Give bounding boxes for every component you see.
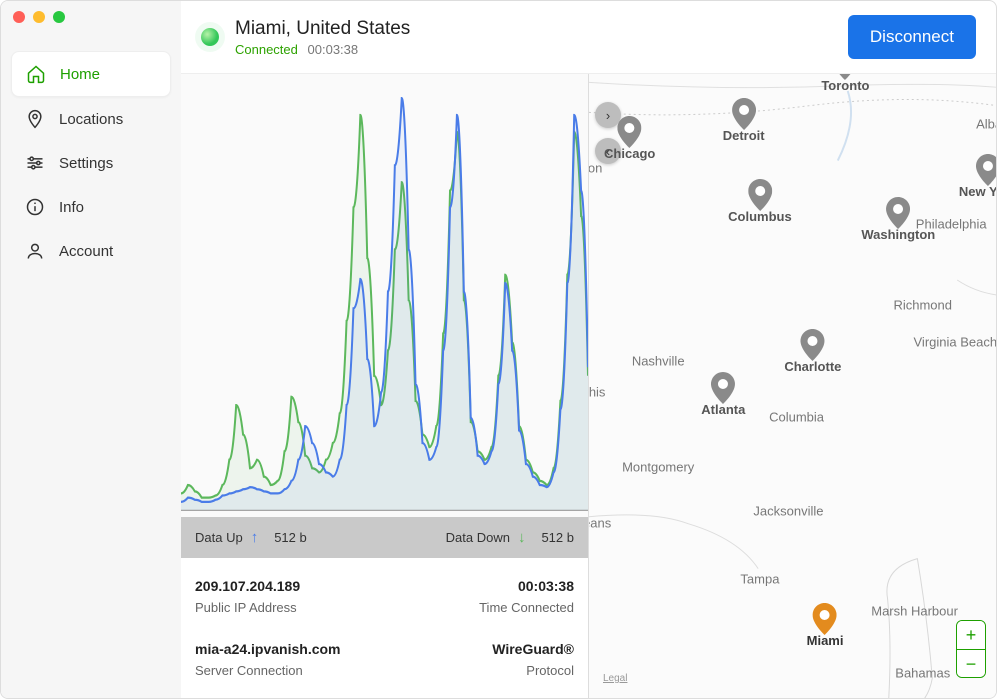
map-city-detroit[interactable]: Detroit xyxy=(723,98,765,143)
map-city-label: Charlotte xyxy=(784,359,841,374)
server-value: mia-a24.ipvanish.com xyxy=(195,641,385,657)
window-controls[interactable] xyxy=(13,11,65,23)
map-city-chicago[interactable]: Chicago xyxy=(604,116,655,161)
pin-icon xyxy=(25,109,45,129)
map-city-label: Atlanta xyxy=(701,402,745,417)
sidebar-item-settings[interactable]: Settings xyxy=(11,141,171,185)
stats-panel: Data Up ↑ 512 b Data Down ↓ 512 b 209.10… xyxy=(181,74,589,698)
map-city-label: New York xyxy=(959,184,996,199)
minimize-window-icon[interactable] xyxy=(33,11,45,23)
maximize-window-icon[interactable] xyxy=(53,11,65,23)
zoom-in-button[interactable]: + xyxy=(957,621,985,649)
protocol-label: Protocol xyxy=(385,663,575,678)
connection-header: Miami, United States Connected 00:03:38 … xyxy=(181,1,996,74)
sidebar-item-info[interactable]: Info xyxy=(11,185,171,229)
map-city-label: Columbus xyxy=(728,209,792,224)
sidebar-item-label: Locations xyxy=(59,111,123,128)
time-connected-label: Time Connected xyxy=(385,600,575,615)
sidebar-item-account[interactable]: Account xyxy=(11,229,171,273)
map-label-marsh-harbour: Marsh Harbour xyxy=(871,603,958,618)
map-city-miami[interactable]: Miami xyxy=(807,603,844,648)
public-ip-label: Public IP Address xyxy=(195,600,385,615)
map-label-bahamas: Bahamas xyxy=(895,666,950,681)
connection-duration: 00:03:38 xyxy=(308,42,359,57)
map-pin-icon xyxy=(801,329,825,361)
map-pin-icon xyxy=(618,116,642,148)
map-label-tampa: Tampa xyxy=(740,572,779,587)
map-panel[interactable]: › ‹ Toronto Chicago Detroit New York xyxy=(589,74,996,698)
sidebar-item-label: Info xyxy=(59,199,84,216)
protocol-value: WireGuard® xyxy=(385,641,575,657)
map-pin-icon xyxy=(976,154,996,186)
map-label-eans: eans xyxy=(589,516,611,531)
data-down-label: Data Down xyxy=(446,530,510,545)
map-city-label: Detroit xyxy=(723,128,765,143)
data-transfer-bar: Data Up ↑ 512 b Data Down ↓ 512 b xyxy=(181,517,588,558)
map-city-label: Toronto xyxy=(821,78,869,93)
map-label-nashville: Nashville xyxy=(632,354,685,369)
public-ip-value: 209.107.204.189 xyxy=(195,578,385,594)
map-label-on: on xyxy=(589,160,602,175)
map-legal-link[interactable]: Legal xyxy=(603,673,627,684)
map-label-albany: Albany xyxy=(976,116,996,131)
map-label-virginia-beach: Virginia Beach xyxy=(914,335,997,350)
map-label-columbia: Columbia xyxy=(769,410,824,425)
arrow-down-icon: ↓ xyxy=(518,529,526,546)
map-city-columbus[interactable]: Columbus xyxy=(728,179,792,224)
connection-status: Connected xyxy=(235,42,298,57)
data-up-value: 512 b xyxy=(274,530,307,545)
map-city-new-york[interactable]: New York xyxy=(959,154,996,199)
data-down-value: 512 b xyxy=(541,530,574,545)
traffic-chart xyxy=(181,74,588,517)
sidebar-item-label: Settings xyxy=(59,155,113,172)
status-indicator-icon xyxy=(201,28,219,46)
map-label-montgomery: Montgomery xyxy=(622,460,694,475)
map-label-jacksonville: Jacksonville xyxy=(753,503,823,518)
server-label: Server Connection xyxy=(195,663,385,678)
map-city-charlotte[interactable]: Charlotte xyxy=(784,329,841,374)
sidebar-item-label: Home xyxy=(60,66,100,83)
connection-location: Miami, United States xyxy=(235,18,832,40)
map-pin-icon xyxy=(711,372,735,404)
map-pin-icon xyxy=(833,74,857,80)
map-city-atlanta[interactable]: Atlanta xyxy=(701,372,745,417)
connection-info: 209.107.204.189 Public IP Address 00:03:… xyxy=(181,558,588,698)
user-icon xyxy=(25,241,45,261)
map-city-toronto[interactable]: Toronto xyxy=(821,74,869,93)
sidebar-item-home[interactable]: Home xyxy=(11,51,171,97)
map-pin-icon xyxy=(732,98,756,130)
map-label-his: his xyxy=(589,385,605,400)
map-label-philadelphia: Philadelphia xyxy=(916,216,987,231)
sidebar: Home Locations Settings Info xyxy=(1,1,181,698)
map-city-label: Chicago xyxy=(604,146,655,161)
map-zoom-controls: + − xyxy=(956,620,986,678)
home-icon xyxy=(26,64,46,84)
info-icon xyxy=(25,197,45,217)
arrow-up-icon: ↑ xyxy=(251,529,259,546)
time-connected-value: 00:03:38 xyxy=(385,578,575,594)
data-up-label: Data Up xyxy=(195,530,243,545)
map-pin-icon xyxy=(748,179,772,211)
close-window-icon[interactable] xyxy=(13,11,25,23)
zoom-out-button[interactable]: − xyxy=(957,649,985,677)
sliders-icon xyxy=(25,153,45,173)
map-city-label: Miami xyxy=(807,633,844,648)
map-pin-icon xyxy=(813,603,837,635)
sidebar-item-locations[interactable]: Locations xyxy=(11,97,171,141)
disconnect-button[interactable]: Disconnect xyxy=(848,15,976,59)
sidebar-item-label: Account xyxy=(59,243,113,260)
map-label-richmond: Richmond xyxy=(893,297,952,312)
map-pin-icon xyxy=(886,197,910,229)
